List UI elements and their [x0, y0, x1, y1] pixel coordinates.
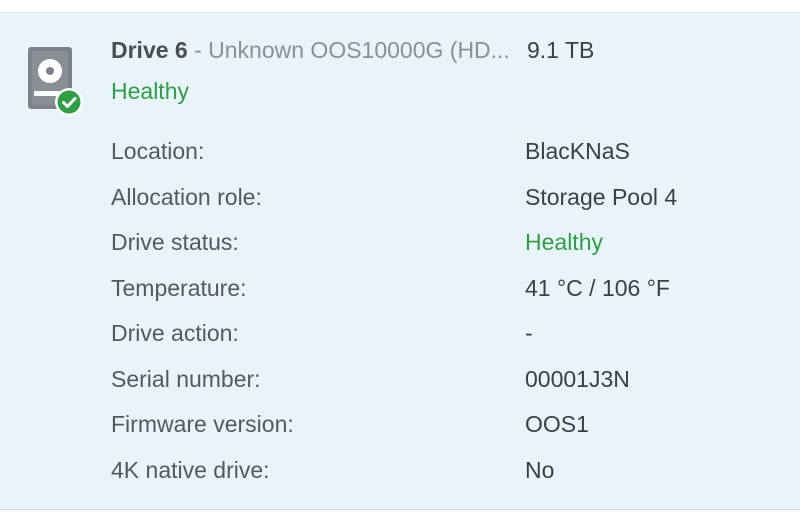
detail-label: Firmware version:	[111, 411, 294, 437]
drive-health-status: Healthy	[111, 78, 189, 104]
drive-model: - Unknown OOS10000G (HD...	[187, 37, 510, 63]
detail-label: 4K native drive:	[111, 456, 270, 483]
drive-header: Drive 6 - Unknown OOS10000G (HD...	[111, 35, 791, 65]
detail-row-location: Location: BlacKNaS	[0, 133, 800, 179]
detail-value: Healthy	[525, 229, 603, 255]
detail-row-firmware-version: Firmware version: OOS1	[0, 406, 800, 452]
detail-row-drive-action: Drive action: -	[0, 315, 800, 361]
drive-capacity: 9.1 TB	[525, 35, 595, 65]
detail-label: Drive action:	[111, 320, 239, 346]
hard-drive-healthy-icon	[28, 47, 83, 116]
detail-label: Allocation role:	[111, 183, 262, 210]
detail-label: Temperature:	[111, 274, 247, 301]
drive-details-list: Location: BlacKNaS Allocation role: Stor…	[0, 133, 800, 497]
detail-row-drive-status: Drive status: Healthy	[0, 224, 800, 270]
detail-label: Location:	[111, 138, 205, 164]
detail-row-4k-native: 4K native drive: No	[0, 452, 800, 498]
detail-row-allocation-role: Allocation role: Storage Pool 4	[0, 179, 800, 225]
detail-row-temperature: Temperature: 41 °C / 106 °F	[0, 270, 800, 316]
detail-value: No	[525, 456, 555, 483]
drive-detail-card: Drive 6 - Unknown OOS10000G (HD... 9.1 T…	[0, 12, 800, 510]
detail-value: -	[525, 320, 533, 346]
drive-name: Drive 6	[111, 37, 188, 63]
detail-value: OOS1	[525, 411, 589, 437]
detail-row-serial-number: Serial number: 00001J3N	[0, 361, 800, 407]
detail-value: 41 °C / 106 °F	[525, 274, 670, 301]
detail-value: 00001J3N	[525, 365, 630, 392]
detail-value: Storage Pool 4	[525, 183, 678, 210]
detail-value: BlacKNaS	[525, 138, 630, 164]
detail-label: Drive status:	[111, 229, 239, 255]
detail-label: Serial number:	[111, 365, 261, 392]
